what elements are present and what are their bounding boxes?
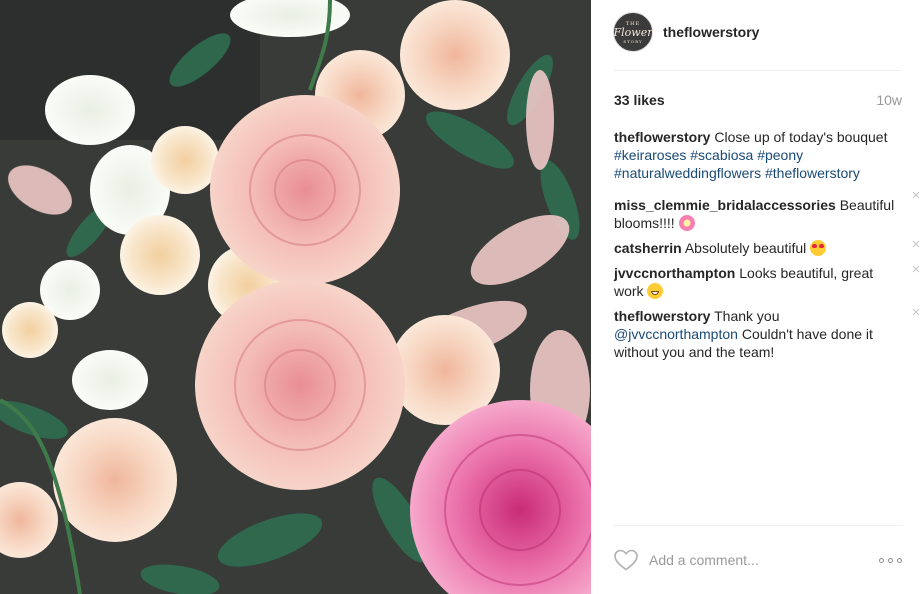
heart-eyes-emoji-icon bbox=[810, 240, 827, 256]
comment-text: Thank you bbox=[714, 308, 780, 324]
hashtag-link[interactable]: #keiraroses bbox=[614, 147, 686, 163]
dot bbox=[879, 557, 884, 563]
comment-username-link[interactable]: miss_clemmie_bridalaccessories bbox=[614, 197, 836, 213]
remove-comment-icon[interactable]: × bbox=[910, 305, 922, 320]
post-stats: 33 likes 10w bbox=[614, 90, 902, 110]
comment-item: × theflowerstory Thank you @jvvccnortham… bbox=[614, 305, 920, 361]
comment-item: × miss_clemmie_bridalaccessories Beautif… bbox=[614, 188, 920, 232]
header-username-link[interactable]: theflowerstory bbox=[663, 24, 759, 40]
comment-username-link[interactable]: theflowerstory bbox=[614, 129, 710, 145]
caption-text: Close up of today's bouquet bbox=[714, 129, 888, 145]
footer-divider bbox=[613, 525, 902, 526]
post-photo[interactable] bbox=[0, 0, 591, 594]
comment-item: × jvvccnorthampton Looks beautiful, grea… bbox=[614, 262, 920, 300]
heart-outline-icon[interactable] bbox=[613, 548, 639, 572]
avatar-logo-line2: Flower bbox=[613, 25, 653, 39]
comment-username-link[interactable]: jvvccnorthampton bbox=[614, 265, 735, 281]
comment-text: Absolutely beautiful bbox=[684, 240, 807, 256]
bouquet-image bbox=[0, 0, 591, 594]
comment-username-link[interactable]: theflowerstory bbox=[614, 308, 710, 324]
hashtag-link[interactable]: #scabiosa bbox=[690, 147, 753, 163]
post-header: THE Flower STORY theflowerstory bbox=[613, 12, 902, 52]
post-time[interactable]: 10w bbox=[876, 92, 902, 108]
comment-bar bbox=[613, 544, 902, 576]
caption: theflowerstory Close up of today's bouqu… bbox=[614, 128, 902, 182]
remove-comment-icon[interactable]: × bbox=[910, 237, 922, 252]
dot bbox=[888, 557, 893, 563]
hashtag-link[interactable]: #theflowerstory bbox=[765, 165, 860, 181]
hashtag-link[interactable]: #peony bbox=[757, 147, 803, 163]
remove-comment-icon[interactable]: × bbox=[910, 262, 922, 277]
comment-item: × catsherrin Absolutely beautiful bbox=[614, 237, 920, 257]
post-details-panel: THE Flower STORY theflowerstory 33 likes… bbox=[591, 0, 924, 594]
hashtag-link[interactable]: #naturalweddingflowers bbox=[614, 165, 761, 181]
avatar[interactable]: THE Flower STORY bbox=[613, 12, 653, 52]
comment-username-link[interactable]: catsherrin bbox=[614, 240, 682, 256]
ellipsis-icon[interactable] bbox=[879, 557, 902, 563]
add-comment-input[interactable] bbox=[649, 552, 879, 568]
remove-comment-icon[interactable]: × bbox=[910, 188, 922, 203]
flower-emoji-icon bbox=[678, 215, 695, 231]
likes-count[interactable]: 33 likes bbox=[614, 92, 665, 108]
avatar-logo-line3: STORY bbox=[623, 38, 643, 44]
mention-link[interactable]: @jvvccnorthampton bbox=[614, 326, 738, 342]
dot bbox=[897, 557, 902, 563]
header-divider bbox=[613, 70, 902, 71]
grin-emoji-icon bbox=[647, 283, 664, 299]
comments-list: theflowerstory Close up of today's bouqu… bbox=[614, 128, 920, 368]
